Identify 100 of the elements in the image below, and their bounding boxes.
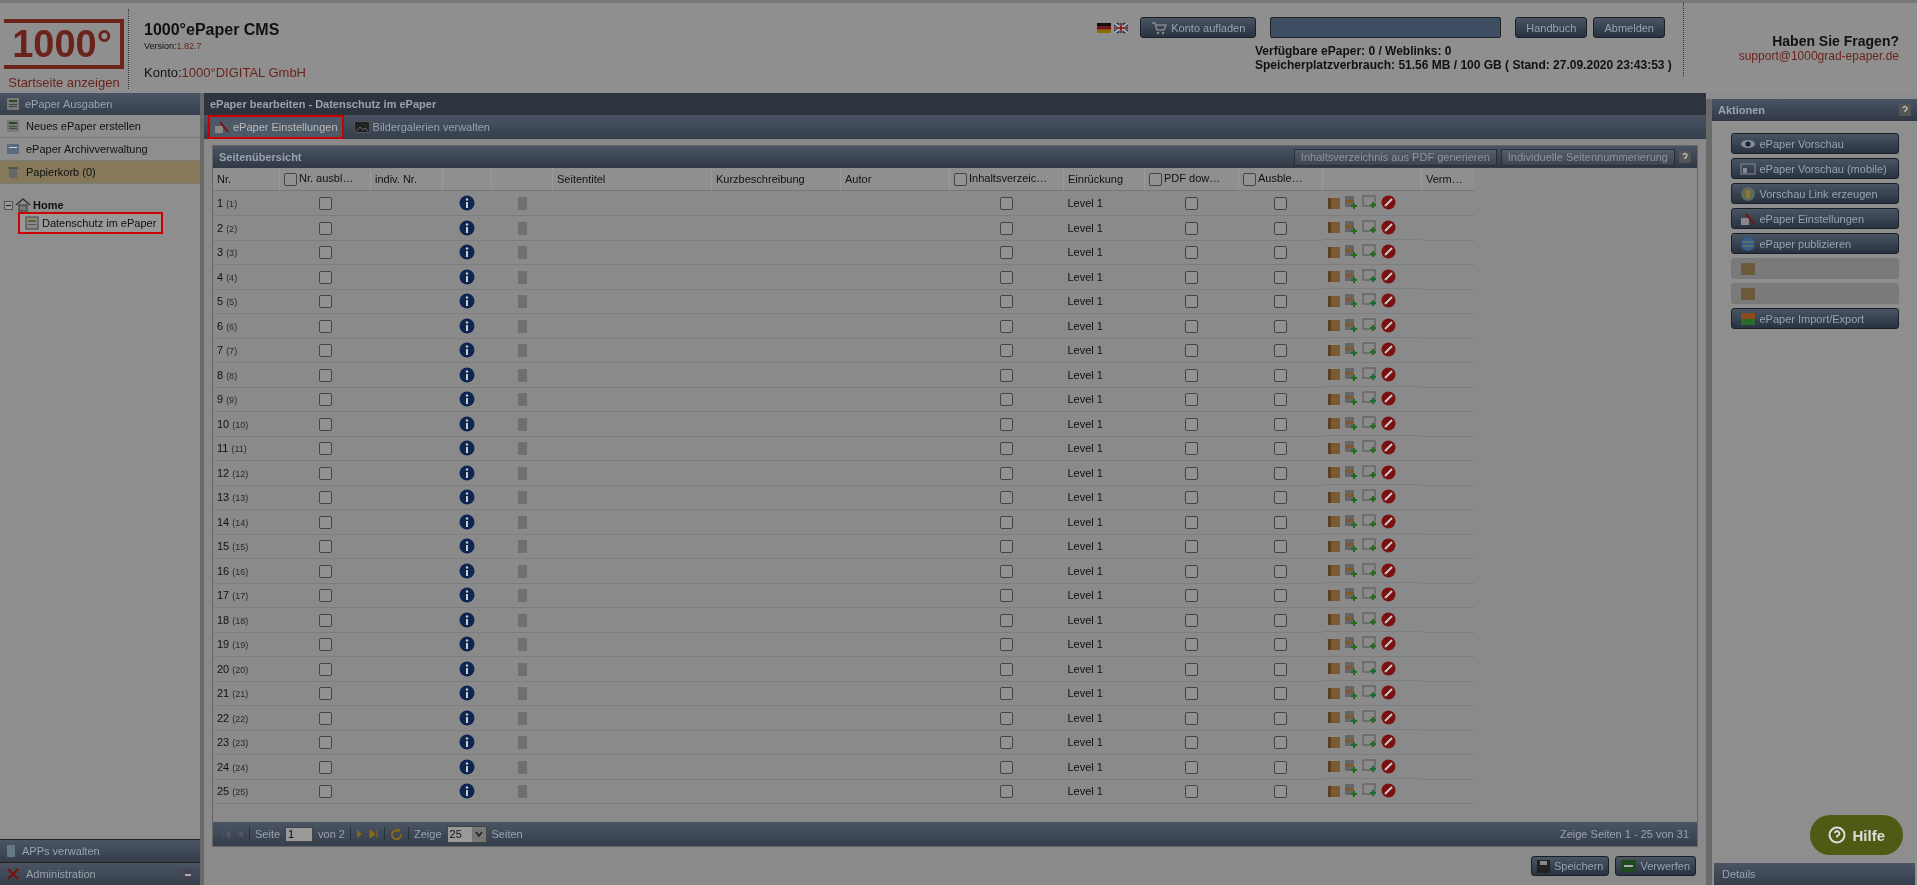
folder-icon[interactable] [1326, 342, 1341, 357]
delete-icon[interactable] [1380, 293, 1396, 309]
folder-icon[interactable] [1326, 269, 1341, 284]
page-add-icon[interactable] [1343, 660, 1359, 676]
checkbox[interactable] [1185, 515, 1198, 529]
folder-icon[interactable] [1326, 416, 1341, 431]
checkbox[interactable] [318, 368, 332, 382]
search-field[interactable] [1270, 17, 1502, 38]
page-thumbnail[interactable] [517, 221, 527, 235]
checkbox[interactable] [318, 270, 332, 284]
topup-button[interactable]: Konto aufladen [1140, 17, 1257, 38]
page-thumbnail[interactable] [517, 270, 527, 284]
delete-icon[interactable] [1380, 685, 1396, 701]
checkbox[interactable] [1274, 368, 1287, 382]
delete-icon[interactable] [1380, 611, 1396, 627]
checkbox[interactable] [1274, 196, 1287, 210]
details-bar[interactable]: Details [1714, 863, 1915, 885]
delete-icon[interactable] [1380, 758, 1396, 774]
folder-icon[interactable] [1326, 195, 1341, 210]
checkbox[interactable] [1274, 270, 1287, 284]
folder-icon[interactable] [1326, 391, 1341, 406]
page-thumbnail[interactable] [517, 736, 527, 750]
folder-icon[interactable] [1326, 514, 1341, 529]
checkbox[interactable] [1274, 246, 1287, 260]
folder-icon[interactable] [1326, 661, 1341, 676]
checkbox[interactable] [1185, 368, 1198, 382]
page-add-icon[interactable] [1343, 636, 1359, 652]
action-button[interactable]: ePaper Vorschau (mobile) [1730, 158, 1899, 179]
column-header[interactable]: Einrückung [1063, 168, 1145, 191]
checkbox[interactable] [1000, 295, 1013, 309]
page-thumbnail[interactable] [517, 564, 527, 578]
checkbox[interactable] [1274, 319, 1287, 333]
delete-icon[interactable] [1380, 219, 1396, 235]
folder-icon[interactable] [1326, 538, 1341, 553]
checkbox[interactable] [1274, 466, 1287, 480]
checkbox[interactable] [1000, 662, 1013, 676]
checkbox[interactable] [318, 221, 332, 235]
column-header[interactable]: Inhaltsverzeic… [949, 168, 1064, 191]
checkbox[interactable] [1274, 589, 1287, 603]
delete-icon[interactable] [1380, 342, 1396, 358]
page-thumbnail[interactable] [517, 368, 527, 382]
page-size-dropdown[interactable]: 25 [446, 825, 487, 843]
page-add-icon[interactable] [1343, 219, 1359, 235]
delete-icon[interactable] [1380, 464, 1396, 480]
checkbox[interactable] [1185, 344, 1198, 358]
page-add-icon[interactable] [1343, 391, 1359, 407]
checkbox[interactable] [1185, 662, 1198, 676]
page-thumbnail[interactable] [517, 687, 527, 701]
select-all-checkbox[interactable] [1149, 172, 1162, 186]
folder-icon[interactable] [1326, 734, 1341, 749]
delete-icon[interactable] [1380, 440, 1396, 456]
panel-button[interactable]: Individuelle Seitennummerierung [1500, 148, 1675, 166]
page-thumbnail[interactable] [517, 393, 527, 407]
checkbox[interactable] [1000, 687, 1013, 701]
column-header[interactable]: Ausble… [1238, 168, 1323, 191]
column-header[interactable]: Autor [840, 168, 950, 191]
page-input[interactable]: 1 [285, 826, 314, 842]
checkbox[interactable] [1000, 246, 1013, 260]
manual-button[interactable]: Handbuch [1515, 17, 1588, 38]
page-add-icon[interactable] [1343, 734, 1359, 750]
checkbox[interactable] [1185, 196, 1198, 210]
page-add-icon[interactable] [1343, 268, 1359, 284]
checkbox[interactable] [1185, 540, 1198, 554]
folder-icon[interactable] [1326, 783, 1341, 798]
checkbox[interactable] [318, 613, 332, 627]
checkbox[interactable] [1000, 540, 1013, 554]
checkbox[interactable] [1185, 246, 1198, 260]
checkbox[interactable] [318, 662, 332, 676]
delete-icon[interactable] [1380, 636, 1396, 652]
delete-icon[interactable] [1380, 195, 1396, 211]
collapse-toggle-icon[interactable] [4, 200, 13, 210]
checkbox[interactable] [1274, 417, 1287, 431]
checkbox[interactable] [1000, 319, 1013, 333]
page-thumbnail[interactable] [517, 662, 527, 676]
logo[interactable]: 1000° [4, 19, 124, 69]
checkbox[interactable] [1274, 221, 1287, 235]
folder-icon[interactable] [1326, 220, 1341, 235]
page-thumbnail[interactable] [517, 589, 527, 603]
tree-item[interactable]: Home [33, 199, 64, 211]
checkbox[interactable] [1000, 736, 1013, 750]
folder-icon[interactable] [1326, 244, 1341, 259]
checkbox[interactable] [318, 491, 332, 505]
page-thumbnail[interactable] [517, 417, 527, 431]
checkbox[interactable] [318, 736, 332, 750]
page-add-icon[interactable] [1343, 464, 1359, 480]
sidebar-section-header[interactable]: APPs verwalten [0, 839, 200, 862]
page-add-icon[interactable] [1343, 562, 1359, 578]
checkbox[interactable] [318, 466, 332, 480]
checkbox[interactable] [1000, 442, 1013, 456]
delete-icon[interactable] [1380, 317, 1396, 333]
page-add-icon[interactable] [1343, 758, 1359, 774]
next-page-icon[interactable] [356, 829, 364, 839]
delete-icon[interactable] [1380, 391, 1396, 407]
page-add-icon[interactable] [1343, 317, 1359, 333]
checkbox[interactable] [1185, 711, 1198, 725]
page-thumbnail[interactable] [517, 319, 527, 333]
checkbox[interactable] [1185, 221, 1198, 235]
folder-icon[interactable] [1326, 367, 1341, 382]
page-add-icon[interactable] [1343, 513, 1359, 529]
checkbox[interactable] [1185, 442, 1198, 456]
